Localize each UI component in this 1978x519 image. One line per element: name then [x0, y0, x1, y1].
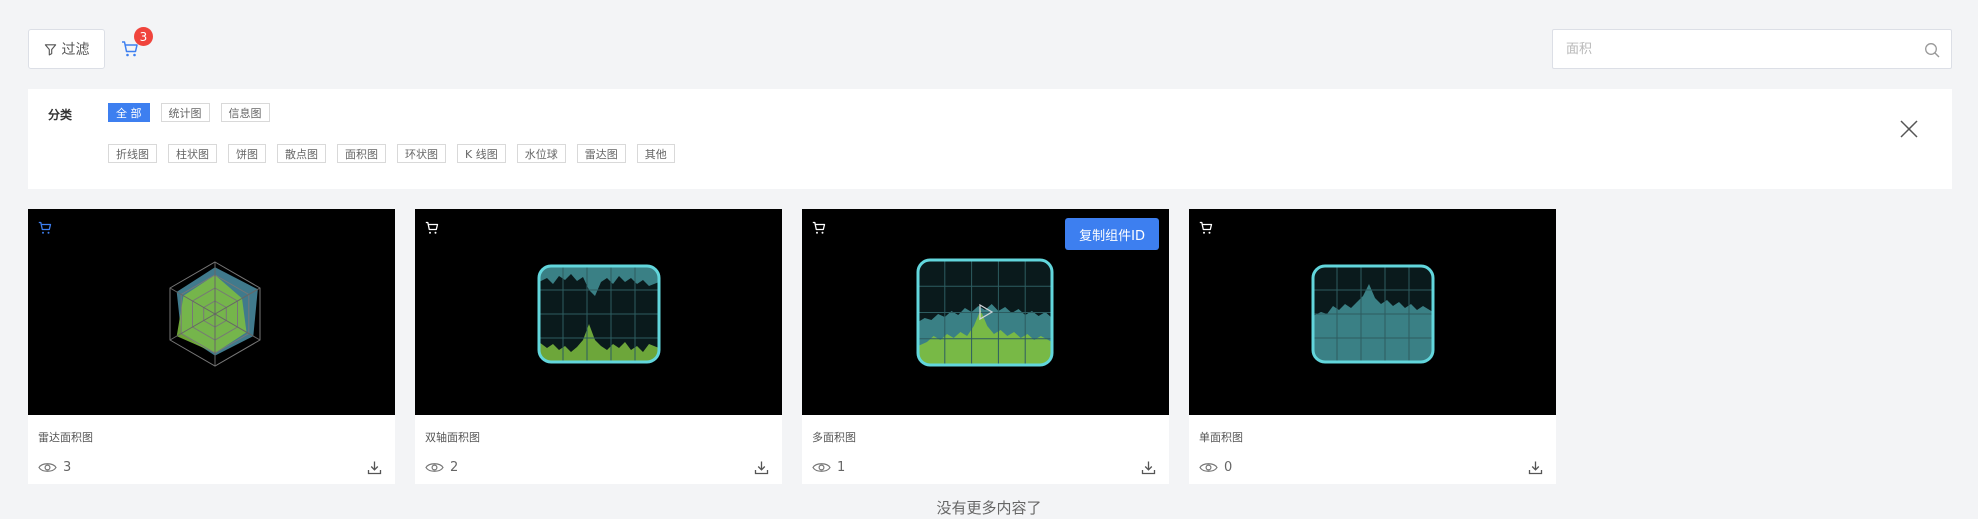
chart-preview-image: [169, 261, 261, 367]
view-count-value: 2: [450, 460, 459, 475]
category-tag[interactable]: 折线图: [108, 144, 157, 163]
download-icon[interactable]: [367, 460, 382, 475]
add-to-cart-icon[interactable]: [425, 221, 439, 235]
download-icon[interactable]: [1141, 460, 1156, 475]
filter-panel: 分类 全 部统计图 信息图 折线图 柱状图 饼图 散点图 面积图 环状图 K 线图 水位球 雷达图…: [28, 89, 1952, 189]
card-meta: 1: [802, 451, 1169, 484]
card-title: 单面积图: [1199, 431, 1243, 444]
component-card[interactable]: 双轴面积图 2: [415, 209, 782, 484]
filter-label: 过滤: [61, 42, 90, 58]
search-box: [1552, 29, 1952, 69]
card-meta: 0: [1189, 451, 1556, 484]
component-card[interactable]: 雷达面积图 3: [28, 209, 395, 484]
category-tag[interactable]: 其他: [636, 144, 675, 163]
chart-preview-image: [1311, 264, 1435, 364]
eye-icon: [1199, 463, 1218, 472]
filter-icon: [44, 43, 56, 55]
component-card[interactable]: 单面积图 0: [1189, 209, 1556, 484]
category-tag[interactable]: 统计图: [160, 103, 210, 122]
category-row-2: 折线图 柱状图 饼图 散点图 面积图 环状图 K 线图 水位球 雷达图 其他: [108, 144, 675, 163]
view-count: 3: [38, 460, 71, 475]
category-tag[interactable]: 面积图: [337, 144, 386, 163]
view-count-value: 1: [837, 460, 846, 475]
card-meta: 2: [415, 451, 782, 484]
category-row-1: 全 部统计图 信息图: [108, 103, 270, 122]
eye-icon: [425, 463, 444, 472]
search-input[interactable]: [1553, 30, 1951, 68]
component-grid: 雷达面积图 3 双轴面积图 2 复制组件ID 多面积图 1 单面积图 0: [28, 209, 1556, 484]
add-to-cart-icon[interactable]: [1199, 221, 1213, 235]
category-tag[interactable]: 雷达图: [576, 144, 626, 163]
download-icon[interactable]: [1528, 460, 1543, 475]
component-card[interactable]: 复制组件ID 多面积图 1: [802, 209, 1169, 484]
download-icon[interactable]: [754, 460, 769, 475]
view-count-value: 0: [1224, 460, 1233, 475]
card-thumbnail[interactable]: [415, 209, 782, 415]
card-thumbnail[interactable]: 复制组件ID: [802, 209, 1169, 415]
eye-icon: [38, 463, 57, 472]
card-thumbnail[interactable]: [1189, 209, 1556, 415]
play-icon[interactable]: [978, 303, 994, 321]
category-tag[interactable]: 信息图: [220, 103, 270, 122]
eye-icon: [812, 463, 831, 472]
search-icon[interactable]: [1924, 42, 1940, 58]
cart-count-badge: 3: [134, 27, 153, 46]
category-tag[interactable]: K 线图: [457, 144, 506, 163]
chart-preview-image: [537, 264, 661, 364]
view-count: 0: [1199, 460, 1232, 475]
filter-button[interactable]: 过滤: [28, 29, 105, 69]
view-count: 1: [812, 460, 845, 475]
category-tag[interactable]: 饼图: [228, 144, 266, 163]
card-title: 雷达面积图: [38, 431, 93, 444]
category-tag[interactable]: 水位球: [516, 144, 566, 163]
close-icon[interactable]: [1899, 119, 1919, 139]
card-title: 多面积图: [812, 431, 856, 444]
category-tag[interactable]: 环状图: [397, 144, 446, 163]
category-tag[interactable]: 柱状图: [168, 144, 217, 163]
card-meta: 3: [28, 451, 395, 484]
view-count: 2: [425, 460, 458, 475]
copy-component-id-button[interactable]: 复制组件ID: [1065, 218, 1159, 250]
no-more-text: 没有更多内容了: [936, 499, 1042, 517]
card-title: 双轴面积图: [425, 431, 480, 444]
view-count-value: 3: [63, 460, 72, 475]
add-to-cart-icon[interactable]: [812, 221, 826, 235]
category-tag[interactable]: 全 部: [108, 103, 150, 122]
card-thumbnail[interactable]: [28, 209, 395, 415]
add-to-cart-icon[interactable]: [38, 221, 52, 235]
category-label: 分类: [48, 108, 73, 122]
category-tag[interactable]: 散点图: [277, 144, 326, 163]
